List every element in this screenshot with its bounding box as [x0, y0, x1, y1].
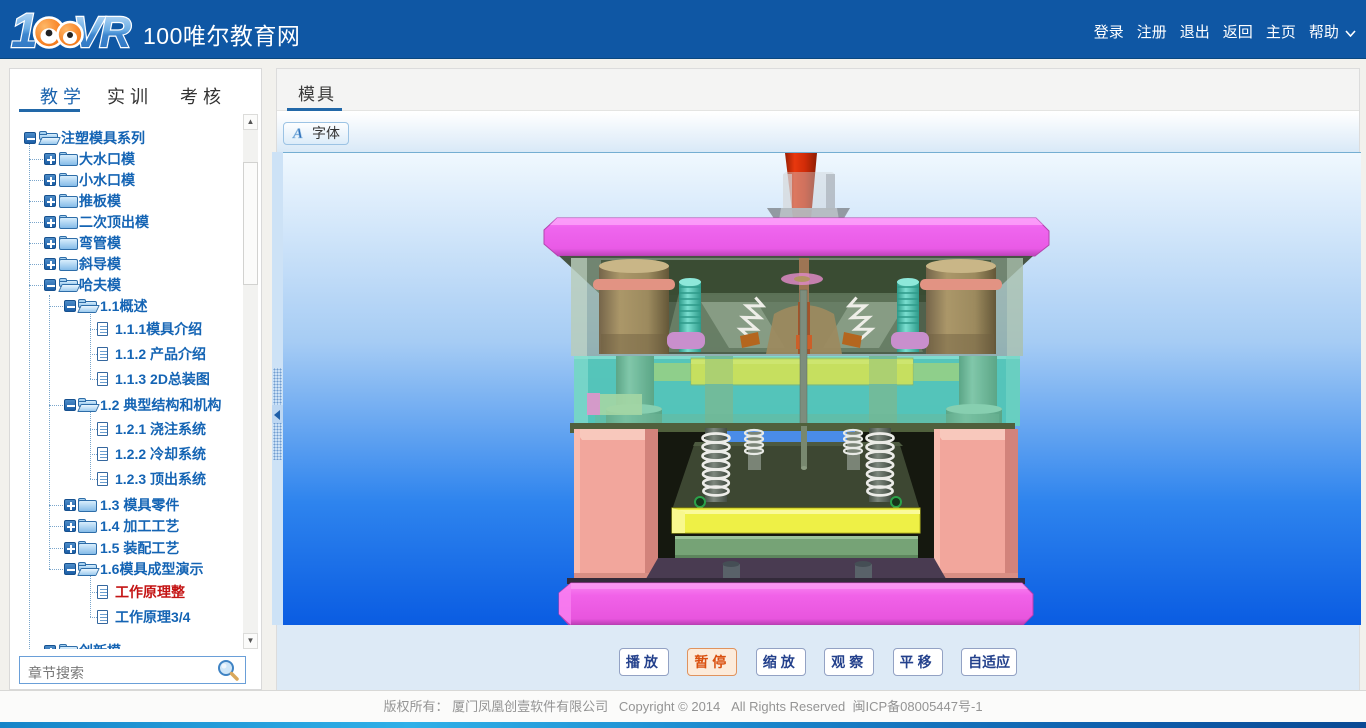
- svg-text:A: A: [292, 126, 303, 141]
